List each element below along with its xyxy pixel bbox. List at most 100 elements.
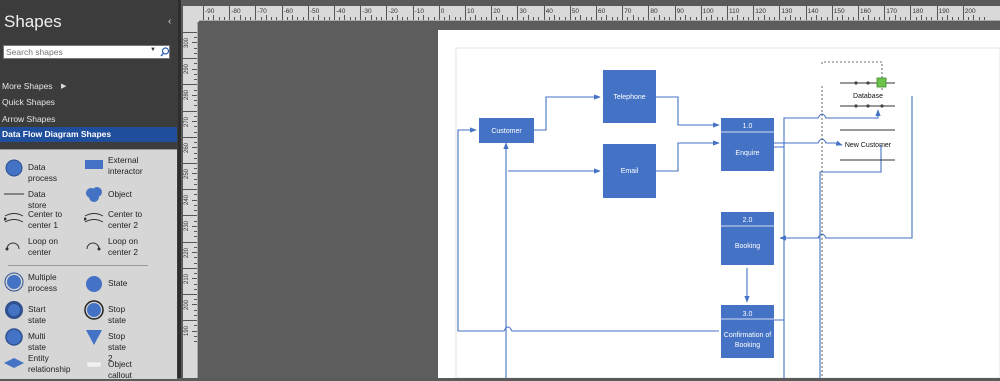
flow-telephone-enquire[interactable] bbox=[656, 96, 720, 128]
v-ruler-tick bbox=[183, 84, 197, 86]
v-ruler-label: 250 bbox=[184, 168, 190, 179]
h-ruler-minor-tick bbox=[742, 17, 744, 20]
circle-icon bbox=[86, 276, 102, 292]
h-ruler-minor-tick bbox=[349, 17, 351, 20]
v-ruler-tick bbox=[183, 136, 197, 138]
h-ruler-label: 10 bbox=[467, 8, 475, 15]
h-ruler-minor-tick bbox=[286, 17, 288, 20]
h-ruler-label: 60 bbox=[598, 8, 606, 15]
h-ruler-minor-tick bbox=[926, 17, 928, 20]
stencil-label: Loop on center 2 bbox=[108, 236, 138, 257]
process-booking[interactable]: 2.0 Booking bbox=[721, 212, 774, 265]
h-ruler-minor-tick bbox=[580, 15, 582, 20]
diamond-icon bbox=[4, 358, 24, 368]
new-customer-store[interactable]: New Customer bbox=[840, 129, 895, 161]
collapse-pane-button[interactable]: ‹ bbox=[168, 16, 171, 27]
telephone-entity[interactable]: Telephone bbox=[603, 70, 656, 123]
selection-handle-icon[interactable] bbox=[876, 77, 887, 88]
h-ruler-tick bbox=[753, 6, 755, 20]
h-ruler-minor-tick bbox=[968, 17, 970, 20]
h-ruler-minor-tick bbox=[768, 17, 770, 20]
v-ruler-minor-tick bbox=[194, 210, 197, 212]
email-entity[interactable]: Email bbox=[603, 144, 656, 198]
v-ruler-minor-tick bbox=[194, 314, 197, 316]
email-label: Email bbox=[621, 168, 639, 175]
pane-splitter[interactable] bbox=[178, 0, 181, 378]
stencil-label: Center to center 1 bbox=[28, 209, 63, 230]
v-ruler-minor-tick bbox=[194, 168, 197, 170]
h-ruler-minor-tick bbox=[842, 15, 844, 20]
h-ruler-tick bbox=[596, 6, 597, 20]
chevron-right-icon: ▶ bbox=[61, 83, 67, 90]
process-enquire[interactable]: 1.0 Enquire bbox=[721, 118, 774, 171]
h-ruler-tick bbox=[962, 6, 964, 20]
h-ruler-minor-tick bbox=[821, 17, 823, 20]
h-ruler-minor-tick bbox=[454, 17, 456, 20]
data-flow-diagram-stencil[interactable]: Data Flow Diagram Shapes bbox=[0, 127, 177, 142]
loop-icon bbox=[86, 242, 101, 251]
h-ruler-minor-tick bbox=[449, 15, 451, 20]
h-ruler-minor-tick bbox=[328, 17, 330, 20]
h-ruler-minor-tick bbox=[957, 17, 959, 20]
h-ruler-minor-tick bbox=[973, 15, 975, 20]
h-ruler-minor-tick bbox=[538, 17, 540, 20]
h-ruler-minor-tick bbox=[899, 17, 901, 20]
flow-confirmation-customer[interactable] bbox=[457, 127, 719, 332]
flow-newcustomer-booking[interactable] bbox=[779, 145, 882, 241]
v-ruler-minor-tick bbox=[192, 94, 197, 96]
h-ruler-minor-tick bbox=[789, 15, 791, 20]
h-ruler-minor-tick bbox=[905, 17, 907, 20]
h-ruler-minor-tick bbox=[375, 17, 377, 20]
h-ruler-tick bbox=[438, 6, 440, 20]
arrow-shapes-link[interactable]: Arrow Shapes bbox=[2, 114, 55, 124]
h-ruler-minor-tick bbox=[428, 17, 430, 20]
h-ruler-minor-tick bbox=[297, 17, 299, 20]
h-ruler-label: 70 bbox=[624, 8, 632, 15]
h-ruler-minor-tick bbox=[747, 17, 749, 20]
h-ruler-label: -10 bbox=[414, 8, 424, 15]
h-ruler-minor-tick bbox=[653, 17, 655, 20]
h-ruler-label: -40 bbox=[336, 8, 346, 15]
v-ruler-minor-tick bbox=[194, 246, 197, 248]
h-ruler-minor-tick bbox=[501, 15, 503, 20]
customer-label: Customer bbox=[491, 128, 522, 135]
search-dropdown-icon[interactable]: ▼ bbox=[150, 47, 156, 53]
h-ruler-tick bbox=[334, 6, 335, 20]
flow-customer-telephone[interactable] bbox=[534, 94, 601, 131]
h-ruler-label: 80 bbox=[650, 8, 658, 15]
center-to-center-icon bbox=[4, 213, 24, 223]
h-ruler-minor-tick bbox=[679, 17, 681, 20]
h-ruler-minor-tick bbox=[365, 17, 367, 20]
flow-email-enquire[interactable] bbox=[656, 140, 720, 172]
customer-entity[interactable]: Customer bbox=[479, 118, 534, 143]
v-ruler-minor-tick bbox=[194, 47, 197, 49]
h-ruler-minor-tick bbox=[423, 15, 425, 20]
more-shapes-link[interactable]: More Shapes bbox=[2, 81, 53, 91]
h-ruler-minor-tick bbox=[260, 17, 262, 20]
vertical-ruler[interactable]: 300 290 280 270 260 250 240 230 220 210 200 190 bbox=[183, 22, 198, 378]
h-ruler-minor-tick bbox=[763, 15, 765, 20]
ruler-corner bbox=[183, 6, 199, 22]
h-ruler-minor-tick bbox=[627, 17, 629, 20]
h-ruler-label: -30 bbox=[362, 8, 372, 15]
h-ruler-minor-tick bbox=[664, 17, 666, 20]
horizontal-ruler[interactable]: -90 -80 -70 -60 -50 -40 -30 -20 -10 0 10 20 30 40 50 60… bbox=[199, 6, 1000, 21]
h-ruler-label: -50 bbox=[309, 8, 320, 15]
process-confirmation[interactable]: 3.0 Confirmation of Booking bbox=[721, 305, 774, 358]
h-ruler-minor-tick bbox=[983, 17, 985, 20]
search-input[interactable] bbox=[4, 46, 148, 58]
database-store[interactable]: Database bbox=[840, 77, 895, 108]
process-confirmation-name-line1: Confirmation of bbox=[724, 332, 772, 339]
h-ruler-minor-tick bbox=[810, 17, 812, 20]
v-ruler-minor-tick bbox=[194, 194, 197, 196]
search-icon[interactable] bbox=[160, 46, 170, 58]
h-ruler-minor-tick bbox=[643, 17, 645, 20]
h-ruler-minor-tick bbox=[889, 17, 891, 20]
stencil-label: Multiple process bbox=[28, 272, 58, 293]
h-ruler-minor-tick bbox=[250, 17, 252, 20]
v-ruler-minor-tick bbox=[192, 252, 197, 254]
flow-database-booking[interactable] bbox=[780, 96, 913, 239]
quick-shapes-link[interactable]: Quick Shapes bbox=[2, 97, 55, 107]
v-ruler-minor-tick bbox=[194, 273, 197, 275]
h-ruler-label: -80 bbox=[231, 8, 241, 15]
